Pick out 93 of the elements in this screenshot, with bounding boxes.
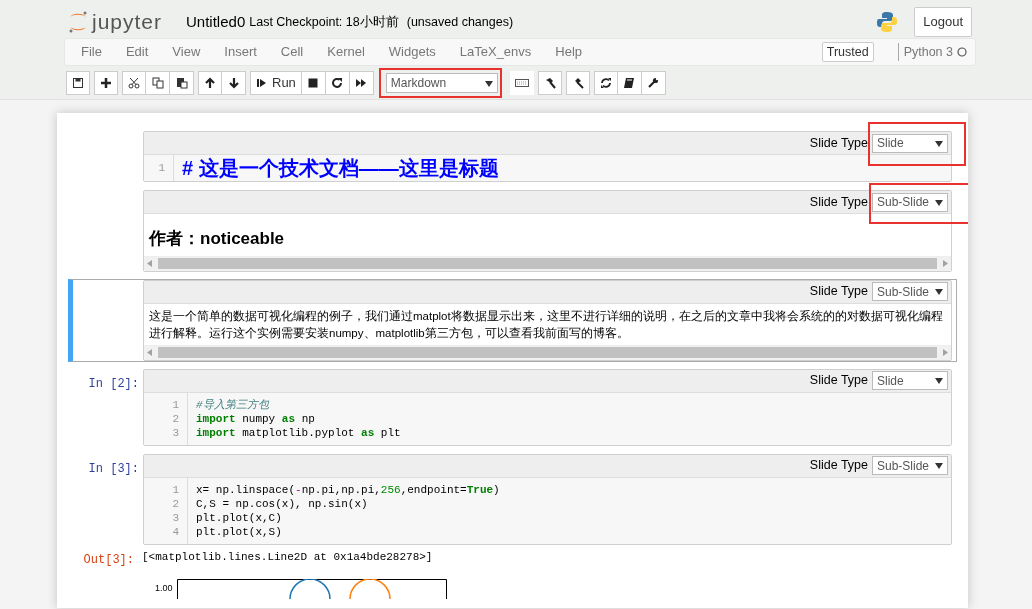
- paste-icon: [175, 77, 188, 89]
- book-icon: [623, 77, 636, 89]
- slide-type-label: Slide Type: [809, 372, 868, 390]
- plus-button[interactable]: [94, 71, 118, 95]
- menu-item[interactable]: File: [69, 42, 114, 62]
- python-logo-icon: [876, 11, 899, 33]
- slide-type-select[interactable]: Slide: [872, 133, 948, 153]
- notebook-cell[interactable]: Slide Type Sub-Slide 这是一个简单的数据可视化编程的例子，我们通过matplot将数据显示出来，这里不进行详细的说明，在之后的文章中我将会系统的的对数据可视化编程进行解释。运行这个实例需要安装numpy、matplotlib第三方包，可以查看我前面写的博客。: [68, 278, 957, 362]
- book-button[interactable]: [617, 71, 642, 95]
- fast-forward-button[interactable]: [349, 71, 374, 95]
- paragraph-text: 这是一个简单的数据可视化编程的例子，我们通过matplot将数据显示出来，这里不进行详细的说明，在之后的文章中我将会系统的的对数据可视化编程进行解释。运行这个实例需要安装numpy、matplotlib第三方包，可以查看我前面写的博客。: [148, 308, 944, 341]
- paste-button[interactable]: [170, 71, 194, 95]
- code-line: # 这是一个技术文档——这里是标题: [182, 156, 499, 181]
- menu-item[interactable]: View: [160, 42, 213, 62]
- code-editor[interactable]: 1 2 3 4 x= np.linspace(-np.pi,np.pi,256,endpoint=True) C,S = np.cos(x), np.sin(x) plt.plot(x,C) plt.plot(x,S): [144, 477, 951, 544]
- wrench-icon: [647, 77, 660, 89]
- cell-type-select[interactable]: Markdown: [385, 73, 498, 93]
- cut-icon: [128, 77, 140, 89]
- slide-type-select[interactable]: Sub-Slide: [872, 192, 948, 212]
- menu-item[interactable]: Help: [543, 42, 595, 62]
- line-number: 1: [171, 482, 179, 497]
- output-text: [<matplotlib.lines.Line2D at 0x1a4bde28278>]: [141, 549, 434, 565]
- line-number: 3: [171, 425, 179, 440]
- slide-type-select[interactable]: Slide: [872, 371, 948, 390]
- slide-type-label: Slide Type: [809, 457, 868, 475]
- code-line: plt.plot(x,C): [196, 510, 283, 525]
- step-icon: [256, 77, 268, 89]
- menu-item[interactable]: Edit: [113, 42, 161, 62]
- save-button[interactable]: [66, 71, 90, 95]
- code-editor[interactable]: 1 2 3 #导入第三方包 import numpy as np import matplotlib.pyplot as plt: [144, 392, 951, 445]
- jupyter-logo-icon: [68, 11, 88, 33]
- hammer-button[interactable]: [565, 71, 590, 95]
- menu-item[interactable]: Cell: [268, 42, 316, 62]
- tick-label: 1.00: [155, 582, 173, 595]
- autosave-status: (unsaved changes): [406, 13, 514, 31]
- caret-icon: [935, 198, 943, 207]
- code-line: import matplotlib.pyplot as plt: [196, 425, 401, 440]
- slide-type-label: Slide Type: [809, 193, 868, 211]
- logo-text[interactable]: jupyter: [92, 6, 163, 38]
- slide-type-label: Slide Type: [809, 134, 868, 152]
- checkpoint-text: Last Checkpoint: 18小时前: [249, 13, 399, 31]
- output-prompt: Out[3]:: [83, 552, 134, 567]
- input-prompt: In [2]:: [88, 376, 139, 391]
- input-prompt: In [3]:: [88, 461, 139, 476]
- code-line: #导入第三方包: [196, 397, 270, 412]
- code-line: C,S = np.cos(x), np.sin(x): [196, 496, 369, 511]
- code-editor[interactable]: 1 # 这是一个技术文档——这里是标题: [144, 155, 951, 181]
- slide-type-select[interactable]: Sub-Slide: [872, 282, 948, 301]
- keyboard-button[interactable]: [509, 71, 534, 95]
- caret-icon: [935, 377, 943, 386]
- arrow-down-icon: [227, 77, 240, 89]
- notebook-name[interactable]: Untitled0: [186, 10, 246, 34]
- line-number: 1: [157, 161, 165, 176]
- kernel-name: Python 3: [897, 42, 953, 62]
- caret-icon: [935, 288, 943, 297]
- trusted-indicator[interactable]: Trusted: [821, 41, 874, 63]
- code-line: x= np.linspace(-np.pi,np.pi,256,endpoint=True): [196, 482, 500, 497]
- line-number: 1: [171, 397, 179, 412]
- wrench-button[interactable]: [641, 71, 666, 95]
- line-number: 3: [171, 510, 179, 525]
- restart-icon: [331, 77, 344, 89]
- caret-icon: [484, 79, 493, 88]
- menu-item[interactable]: Kernel: [315, 42, 377, 62]
- stop-icon: [307, 77, 320, 89]
- logout-button[interactable]: Logout: [914, 7, 972, 37]
- save-icon: [72, 77, 84, 89]
- code-line: import numpy as np: [196, 411, 316, 426]
- menu-item[interactable]: LaTeX_envs: [447, 42, 544, 62]
- stop-button[interactable]: [301, 71, 326, 95]
- line-number: 2: [171, 496, 179, 511]
- slide-type-select[interactable]: Sub-Slide: [872, 456, 948, 475]
- cut-button[interactable]: [122, 71, 146, 95]
- arrow-up-icon: [204, 77, 216, 89]
- heading-text: 作者：noticeable: [147, 228, 286, 250]
- restart-button[interactable]: [325, 71, 350, 95]
- line-number: 2: [171, 411, 179, 426]
- menu-item[interactable]: Insert: [212, 42, 269, 62]
- menu-item[interactable]: Widgets: [376, 42, 448, 62]
- refresh-icon: [599, 77, 612, 89]
- refresh-button[interactable]: [593, 71, 618, 95]
- line-number: 4: [171, 524, 179, 539]
- slide-type-label: Slide Type: [809, 283, 868, 301]
- hammer-button[interactable]: [537, 71, 562, 95]
- code-line: plt.plot(x,S): [196, 524, 283, 539]
- caret-icon: [935, 139, 943, 148]
- caret-icon: [935, 462, 943, 471]
- fast-forward-icon: [355, 77, 368, 89]
- copy-icon: [151, 77, 164, 89]
- keyboard-icon: [514, 77, 529, 89]
- arrow-down-button[interactable]: [222, 71, 246, 95]
- plus-icon: [100, 77, 112, 89]
- run-button[interactable]: Run: [250, 71, 302, 95]
- arrow-up-button[interactable]: [198, 71, 222, 95]
